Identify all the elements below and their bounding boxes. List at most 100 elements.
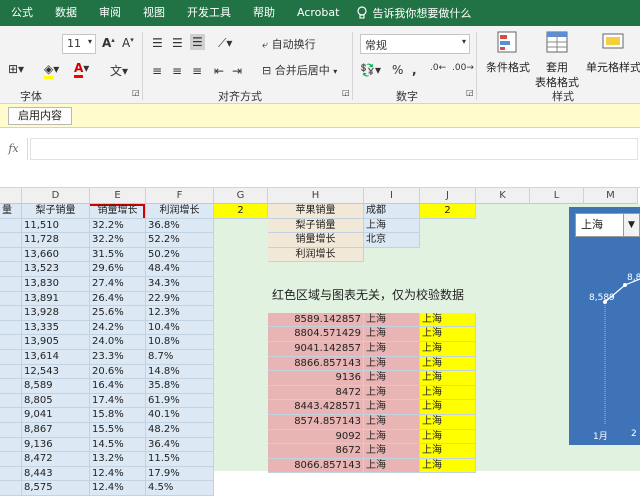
decrease-indent-icon[interactable]: ⇤ — [214, 64, 224, 78]
table-cell[interactable]: 48.2% — [146, 423, 214, 438]
column-header-j[interactable]: J — [420, 188, 476, 204]
percent-button[interactable]: % — [392, 63, 403, 77]
table-cell[interactable]: 11,510 — [22, 218, 90, 234]
menu-cell[interactable]: 苹果销量 — [268, 204, 364, 219]
table-cell[interactable]: 8,443 — [22, 466, 90, 482]
table-cell[interactable]: 8,575 — [22, 481, 90, 496]
column-header-k[interactable]: K — [476, 188, 530, 204]
tab-formulas[interactable]: 公式 — [0, 0, 44, 26]
formula-input[interactable] — [30, 138, 638, 160]
column-header-f[interactable]: F — [146, 188, 214, 204]
check-cell[interactable]: 上海 — [364, 400, 420, 415]
table-cell[interactable]: 12.4% — [90, 466, 146, 482]
column-header-i[interactable]: I — [364, 188, 420, 204]
table-cell[interactable]: 34.3% — [146, 277, 214, 292]
font-size-select[interactable]: 11 ▾ — [62, 34, 96, 54]
table-cell[interactable]: 13.2% — [90, 452, 146, 467]
enable-content-button[interactable]: 启用内容 — [8, 107, 72, 125]
menu-cell[interactable]: 上海 — [364, 218, 420, 234]
orientation-icon[interactable]: ⟋▾ — [218, 36, 232, 51]
check-cell[interactable]: 上海 — [364, 312, 420, 328]
table-cell[interactable]: 8,589 — [22, 379, 90, 394]
table-cell[interactable]: 12,543 — [22, 364, 90, 380]
align-middle-icon[interactable]: ☰ — [172, 36, 183, 50]
table-cell[interactable] — [0, 262, 22, 277]
check-cell[interactable]: 8672 — [268, 444, 364, 459]
table-cell[interactable]: 13,614 — [22, 350, 90, 365]
conditional-format-button[interactable]: 条件格式 — [484, 30, 532, 75]
table-cell[interactable]: 8.7% — [146, 350, 214, 365]
table-cell[interactable] — [0, 320, 22, 336]
check-cell[interactable]: 8804.571429 — [268, 327, 364, 342]
table-cell[interactable] — [0, 466, 22, 482]
merge-center-button[interactable]: ⊟ 合并后居中 ▾ — [262, 62, 337, 78]
currency-icon[interactable]: 💱▾ — [360, 63, 381, 77]
table-cell[interactable]: 14.8% — [146, 364, 214, 380]
table-cell[interactable] — [0, 335, 22, 350]
check-cell[interactable]: 上海 — [364, 341, 420, 357]
check-cell[interactable]: 上海 — [420, 327, 476, 342]
table-cell[interactable]: 12.4% — [90, 481, 146, 496]
tab-review[interactable]: 审阅 — [88, 0, 132, 26]
menu-cell[interactable]: 梨子销量 — [268, 218, 364, 234]
check-cell[interactable]: 上海 — [364, 327, 420, 342]
table-cell[interactable]: 15.8% — [90, 408, 146, 423]
borders-icon[interactable]: ⊞▾ — [8, 62, 24, 76]
table-cell[interactable] — [0, 306, 22, 321]
cell-j-value[interactable]: 2 — [420, 204, 476, 219]
phonetic-icon[interactable]: 文▾ — [110, 62, 128, 79]
check-cell[interactable]: 8866.857143 — [268, 356, 364, 372]
check-cell[interactable]: 上海 — [420, 414, 476, 430]
table-cell[interactable]: 40.1% — [146, 408, 214, 423]
table-cell[interactable]: 50.2% — [146, 247, 214, 263]
table-cell[interactable]: 13,905 — [22, 335, 90, 350]
check-cell[interactable]: 上海 — [420, 312, 476, 328]
tab-data[interactable]: 数据 — [44, 0, 88, 26]
table-cell[interactable]: 11.5% — [146, 452, 214, 467]
table-cell[interactable] — [0, 423, 22, 438]
fill-color-icon[interactable]: ◈▾ — [44, 62, 59, 79]
table-cell[interactable]: 13,928 — [22, 306, 90, 321]
column-header-e[interactable]: E — [90, 188, 146, 204]
check-cell[interactable]: 上海 — [364, 444, 420, 459]
table-cell[interactable] — [0, 233, 22, 248]
check-cell[interactable]: 上海 — [420, 400, 476, 415]
check-cell[interactable]: 上海 — [364, 429, 420, 445]
table-cell[interactable]: 22.9% — [146, 291, 214, 307]
table-cell[interactable]: 15.5% — [90, 423, 146, 438]
align-left-icon[interactable]: ≡ — [152, 64, 162, 78]
table-cell[interactable]: 31.5% — [90, 247, 146, 263]
number-dialog-launcher-icon[interactable]: ◲ — [466, 88, 474, 97]
tab-view[interactable]: 视图 — [132, 0, 176, 26]
table-cell[interactable]: 8,472 — [22, 452, 90, 467]
font-color-icon[interactable]: A▾ — [74, 61, 89, 78]
cell-d-header[interactable]: 梨子销量 — [22, 204, 90, 219]
table-cell[interactable]: 20.6% — [90, 364, 146, 380]
check-cell[interactable]: 上海 — [364, 371, 420, 386]
column-header-c[interactable] — [0, 188, 22, 204]
check-cell[interactable]: 上海 — [420, 385, 476, 401]
table-cell[interactable] — [0, 350, 22, 365]
table-cell[interactable]: 36.4% — [146, 437, 214, 453]
table-cell[interactable] — [0, 291, 22, 307]
decrease-decimal-icon[interactable]: .00→ — [452, 63, 474, 73]
font-dialog-launcher-icon[interactable]: ◲ — [132, 88, 140, 97]
table-cell[interactable]: 52.2% — [146, 233, 214, 248]
cell-e-header[interactable]: 销量增长 — [90, 204, 146, 219]
check-cell[interactable]: 8472 — [268, 385, 364, 401]
table-cell[interactable]: 32.2% — [90, 218, 146, 234]
column-header-d[interactable]: D — [22, 188, 90, 204]
table-cell[interactable] — [0, 393, 22, 409]
table-cell[interactable]: 25.6% — [90, 306, 146, 321]
wrap-text-button[interactable]: ⤶ 自动换行 — [262, 36, 316, 52]
check-cell[interactable]: 上海 — [364, 458, 420, 474]
table-cell[interactable] — [0, 277, 22, 292]
table-cell[interactable]: 12.3% — [146, 306, 214, 321]
table-cell[interactable]: 27.4% — [90, 277, 146, 292]
check-cell[interactable]: 上海 — [420, 356, 476, 372]
table-cell[interactable]: 9,136 — [22, 437, 90, 453]
table-cell[interactable]: 17.4% — [90, 393, 146, 409]
check-cell[interactable]: 上海 — [420, 458, 476, 474]
tab-acrobat[interactable]: Acrobat — [286, 0, 350, 26]
table-cell[interactable]: 14.5% — [90, 437, 146, 453]
